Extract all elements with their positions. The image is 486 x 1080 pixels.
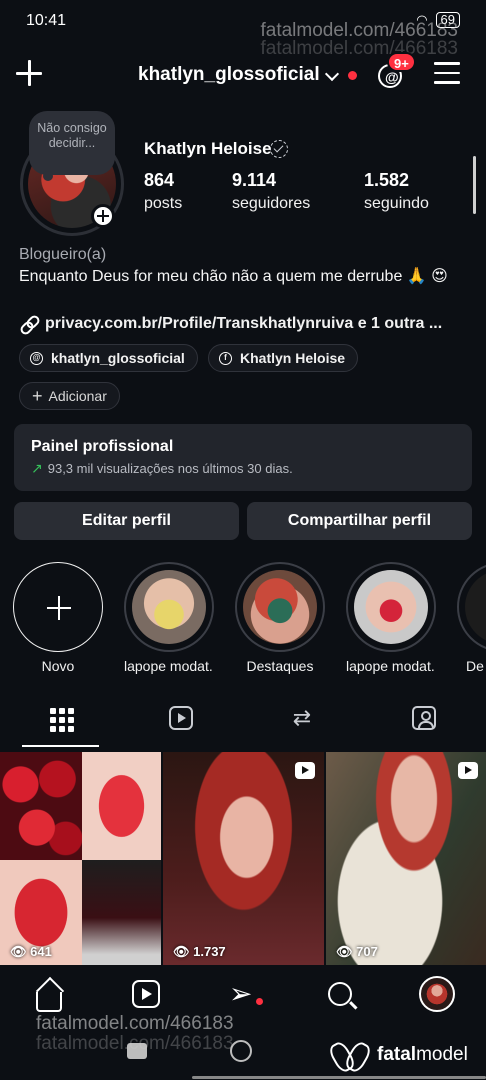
- dashboard-title: Painel profissional: [31, 438, 174, 455]
- repost-icon: ⇄: [292, 705, 312, 730]
- post-thumbnail[interactable]: 👁 707: [326, 752, 486, 965]
- threads-chip[interactable]: @ khatlyn_glossoficial: [19, 344, 198, 372]
- tab-grid[interactable]: [0, 698, 121, 748]
- display-name: Khatlyn Heloise: [144, 139, 272, 158]
- fatalmodel-logo-icon: [331, 1040, 369, 1070]
- share-profile-button[interactable]: Compartilhar perfil: [247, 502, 472, 540]
- grid-icon: [50, 708, 74, 732]
- trend-up-icon: ↗: [31, 460, 43, 476]
- notification-dot: [348, 71, 357, 80]
- view-count: 👁 641: [10, 944, 52, 959]
- view-count: 👁 1.737: [173, 944, 226, 959]
- reels-nav-icon[interactable]: [132, 980, 160, 1008]
- note-bubble[interactable]: Não consigo decidir...: [29, 111, 115, 181]
- highlight-new[interactable]: Novo: [13, 562, 103, 674]
- home-indicator[interactable]: [192, 1076, 486, 1079]
- highlight-item[interactable]: lapope modat...: [124, 562, 214, 674]
- add-story-icon[interactable]: [91, 204, 115, 228]
- threads-badge: 9+: [387, 52, 416, 72]
- threads-icon: @: [30, 351, 43, 365]
- edit-profile-button[interactable]: Editar perfil: [14, 502, 239, 540]
- profile-bio: Enquanto Deus for meu chão não a quem me…: [19, 268, 448, 285]
- reels-icon: [169, 706, 193, 730]
- plus-icon: +: [32, 385, 43, 406]
- tagged-icon: [412, 706, 436, 730]
- view-count: 👁 707: [336, 944, 378, 959]
- watermark-bottom: fatalmodel.com/466183 fatalmodel.com/466…: [36, 1013, 234, 1054]
- send-icon[interactable]: ➢: [229, 980, 259, 1010]
- tab-reposts[interactable]: ⇄: [242, 698, 363, 748]
- tab-reels[interactable]: [121, 698, 242, 748]
- facebook-chip[interactable]: f Khatlyn Heloise: [208, 344, 359, 372]
- profile-tabs: ⇄: [0, 698, 486, 748]
- fatalmodel-logo: fatalmodel: [331, 1040, 468, 1070]
- professional-dashboard[interactable]: Painel profissional ↗ 93,3 mil visualiza…: [14, 424, 472, 491]
- reel-icon: [458, 762, 478, 779]
- menu-icon[interactable]: [434, 62, 460, 84]
- status-time: 10:41: [26, 12, 67, 29]
- highlight-item[interactable]: De: [457, 562, 486, 674]
- profile-nav-avatar[interactable]: [419, 976, 455, 1012]
- highlight-item[interactable]: Destaques: [235, 562, 325, 674]
- stat-posts[interactable]: 864 posts: [144, 170, 182, 213]
- stat-following[interactable]: 1.582 seguindo: [364, 170, 429, 213]
- verified-icon: [270, 140, 288, 158]
- post-thumbnail[interactable]: 👁 641: [0, 752, 161, 965]
- post-thumbnail[interactable]: 👁 1.737: [163, 752, 324, 965]
- link-icon: [19, 314, 39, 334]
- notification-dot: [256, 998, 263, 1005]
- facebook-icon: f: [219, 351, 232, 365]
- create-plus-icon[interactable]: [16, 60, 42, 86]
- home-icon[interactable]: [36, 992, 62, 1012]
- chevron-down-icon[interactable]: [324, 66, 340, 82]
- highlight-item[interactable]: lapope modat...: [346, 562, 436, 674]
- dashboard-subtitle: ↗ 93,3 mil visualizações nos últimos 30 …: [31, 460, 293, 476]
- add-link-button[interactable]: + Adicionar: [19, 382, 120, 410]
- stat-followers[interactable]: 9.114 seguidores: [232, 170, 310, 213]
- scrollbar[interactable]: [473, 156, 476, 214]
- tab-tagged[interactable]: [364, 698, 485, 748]
- plus-icon: [47, 596, 71, 620]
- account-switcher-username[interactable]: khatlyn_glossoficial: [138, 64, 320, 86]
- profile-link[interactable]: privacy.com.br/Profile/Transkhatlynruiva…: [19, 314, 442, 334]
- reel-icon: [295, 762, 315, 779]
- profile-category: Blogueiro(a): [19, 246, 107, 263]
- search-icon[interactable]: [328, 982, 352, 1006]
